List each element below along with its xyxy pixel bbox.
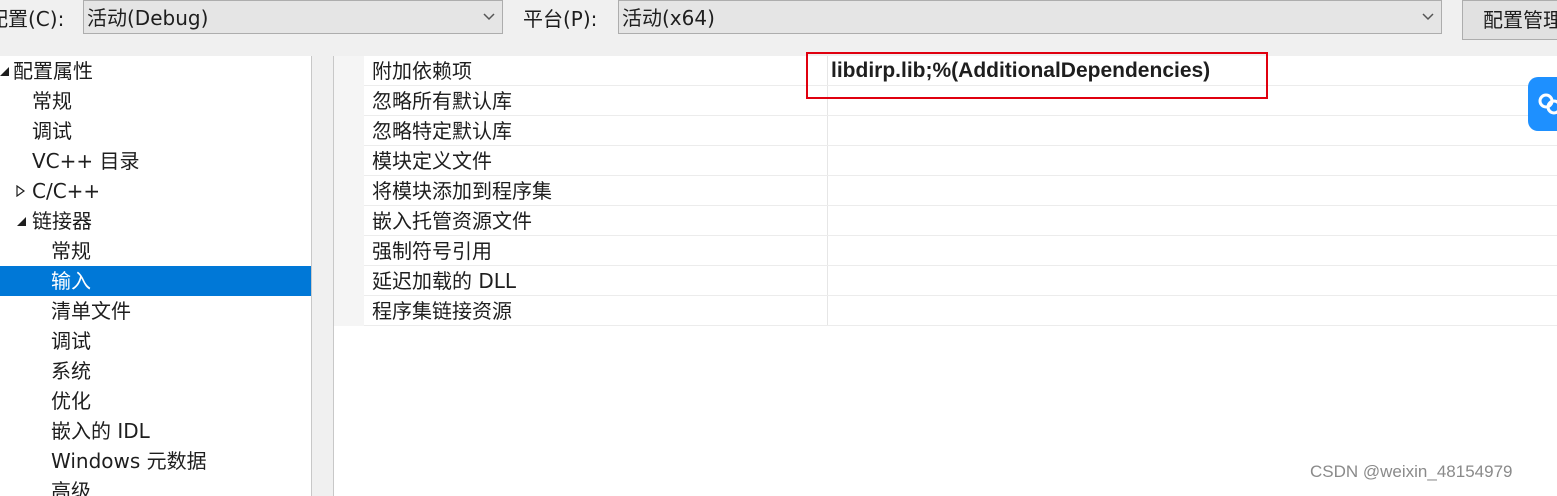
property-name: 附加依赖项 xyxy=(372,59,472,83)
annotation-highlight-box xyxy=(806,52,1268,99)
tree-item-general[interactable]: 常规 xyxy=(0,86,311,116)
tree-item-label: 常规 xyxy=(51,239,91,263)
expanded-triangle-icon[interactable] xyxy=(15,215,27,227)
chevron-down-icon xyxy=(483,13,495,21)
tree-item-label: 系统 xyxy=(51,359,91,383)
tree-item-linker-input[interactable]: 输入 xyxy=(0,266,311,296)
property-row-force-symbol-references[interactable]: 强制符号引用 xyxy=(364,236,1557,266)
tree-item-label: 配置属性 xyxy=(13,59,93,83)
property-name: 模块定义文件 xyxy=(372,149,492,173)
tree-item-c-cpp[interactable]: C/C++ xyxy=(0,176,311,206)
floating-link-button[interactable] xyxy=(1528,77,1557,131)
property-row-module-definition-file[interactable]: 模块定义文件 xyxy=(364,146,1557,176)
platform-dropdown[interactable]: 活动(x64) xyxy=(618,0,1442,34)
config-dropdown-value: 活动(Debug) xyxy=(87,6,209,30)
property-name: 忽略特定默认库 xyxy=(372,119,512,143)
grid-gutter xyxy=(334,56,364,326)
tree-item-embedded-idl[interactable]: 嵌入的 IDL xyxy=(0,416,311,446)
platform-dropdown-value: 活动(x64) xyxy=(622,6,715,30)
property-row-add-module-to-assembly[interactable]: 将模块添加到程序集 xyxy=(364,176,1557,206)
link-icon xyxy=(1538,93,1557,115)
tree-item-label: C/C++ xyxy=(32,179,101,203)
expanded-triangle-icon[interactable] xyxy=(0,65,10,77)
tree-item-label: 嵌入的 IDL xyxy=(51,419,150,443)
property-row-assembly-link-resource[interactable]: 程序集链接资源 xyxy=(364,296,1557,326)
tree-item-linker[interactable]: 链接器 xyxy=(0,206,311,236)
tree-item-label: 输入 xyxy=(51,269,91,293)
property-row-delay-loaded-dlls[interactable]: 延迟加载的 DLL xyxy=(364,266,1557,296)
tree-item-label: VC++ 目录 xyxy=(32,149,140,173)
collapsed-triangle-icon[interactable] xyxy=(15,185,27,197)
tree-item-advanced[interactable]: 高级 xyxy=(0,476,311,496)
tree-item-label: Windows 元数据 xyxy=(51,449,207,473)
property-name: 程序集链接资源 xyxy=(372,299,512,323)
tree-item-label: 调试 xyxy=(51,329,91,353)
tree-item-optimization[interactable]: 优化 xyxy=(0,386,311,416)
config-label: 配置(C): xyxy=(0,7,65,31)
property-name: 强制符号引用 xyxy=(372,239,492,263)
configuration-manager-button[interactable]: 配置管理 xyxy=(1462,0,1557,40)
tree-item-label: 清单文件 xyxy=(51,299,131,323)
tree-item-label: 优化 xyxy=(51,389,91,413)
platform-label: 平台(P): xyxy=(523,7,598,31)
property-name: 忽略所有默认库 xyxy=(372,89,512,113)
property-row-ignore-specific-default-libs[interactable]: 忽略特定默认库 xyxy=(364,116,1557,146)
config-toolbar: 配置(C): 活动(Debug) 平台(P): 活动(x64) 配置管理 xyxy=(0,0,1557,40)
property-name: 延迟加载的 DLL xyxy=(372,269,517,293)
property-name: 嵌入托管资源文件 xyxy=(372,209,532,233)
configuration-manager-label: 配置管理 xyxy=(1483,8,1557,32)
watermark-text: CSDN @weixin_48154979 xyxy=(1310,462,1513,481)
tree-item-linker-general[interactable]: 常规 xyxy=(0,236,311,266)
property-grid: 附加依赖项 libdirp.lib;%(AdditionalDependenci… xyxy=(333,56,1557,496)
property-name: 将模块添加到程序集 xyxy=(372,179,552,203)
chevron-down-icon xyxy=(1422,13,1434,21)
tree-item-vc-directories[interactable]: VC++ 目录 xyxy=(0,146,311,176)
tree-item-manifest-file[interactable]: 清单文件 xyxy=(0,296,311,326)
tree-item-linker-debugging[interactable]: 调试 xyxy=(0,326,311,356)
tree-item-label: 链接器 xyxy=(32,209,92,233)
tree-item-label: 调试 xyxy=(32,119,72,143)
tree-item-label: 高级 xyxy=(51,479,91,496)
property-row-embed-managed-resource[interactable]: 嵌入托管资源文件 xyxy=(364,206,1557,236)
tree-item-debugging[interactable]: 调试 xyxy=(0,116,311,146)
property-tree: 配置属性 常规 调试 VC++ 目录 C/C++ 链接器 常规 输入 清单文件 … xyxy=(0,56,312,496)
tree-item-windows-metadata[interactable]: Windows 元数据 xyxy=(0,446,311,476)
tree-item-config-properties[interactable]: 配置属性 xyxy=(0,56,311,86)
config-dropdown[interactable]: 活动(Debug) xyxy=(83,0,503,34)
tree-item-system[interactable]: 系统 xyxy=(0,356,311,386)
tree-item-label: 常规 xyxy=(32,89,72,113)
